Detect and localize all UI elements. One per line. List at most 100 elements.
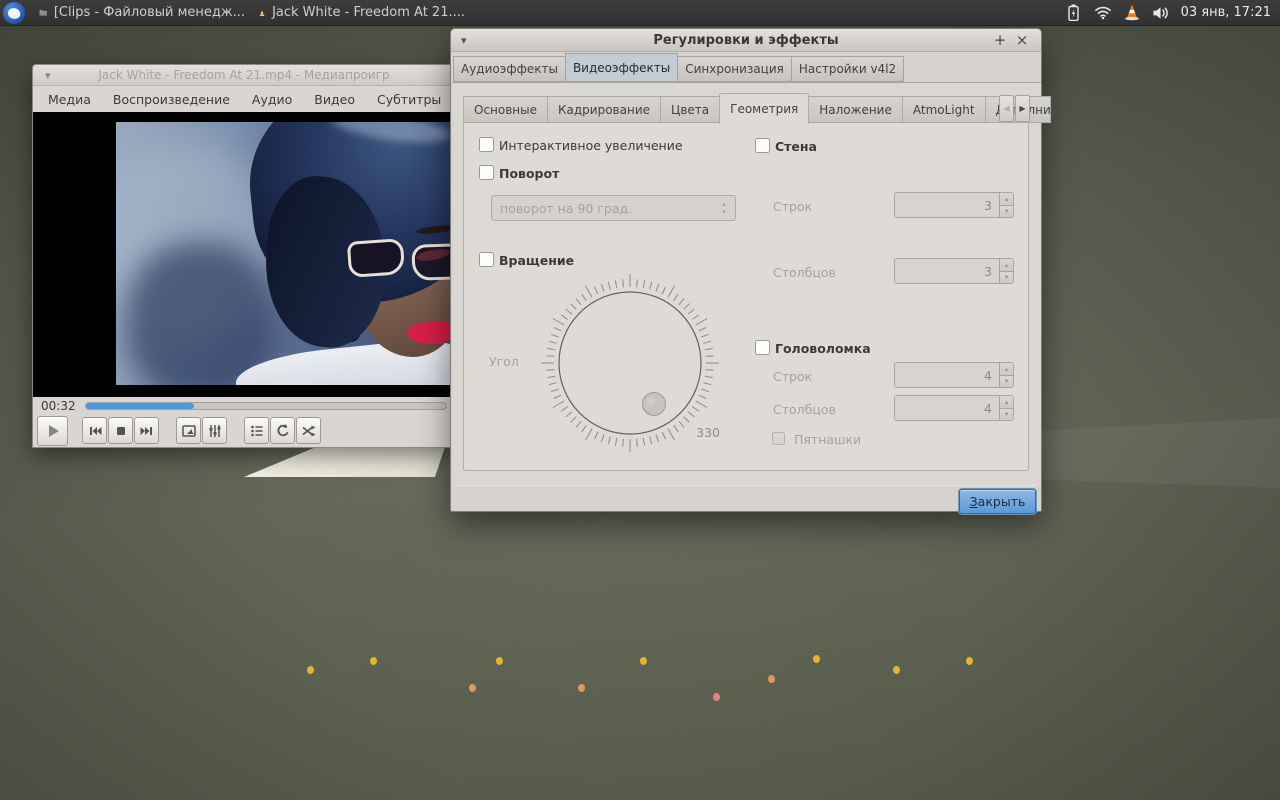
menu-subtitles[interactable]: Субтитры bbox=[366, 92, 452, 107]
spin-down-button[interactable]: ▾ bbox=[999, 408, 1014, 422]
shuffle-icon bbox=[301, 423, 317, 439]
seek-bar[interactable] bbox=[85, 402, 447, 410]
vlc-window-title: Jack White - Freedom At 21.mp4 - Медиапр… bbox=[98, 68, 389, 82]
spin-up-button[interactable]: ▴ bbox=[999, 192, 1014, 205]
wallpaper-plane-shape bbox=[244, 444, 445, 478]
puzzle-rows-spinbox[interactable]: 4 ▴ ▾ bbox=[894, 362, 1014, 388]
wallpaper-dot bbox=[713, 693, 720, 701]
rotate-label: Поворот bbox=[499, 166, 559, 181]
puzzle-cols-spinbox[interactable]: 4 ▴ ▾ bbox=[894, 395, 1014, 421]
subtab-essential[interactable]: Основные bbox=[463, 96, 547, 123]
vlc-tray-icon[interactable] bbox=[1123, 4, 1141, 22]
tab-audio-effects[interactable]: Аудиоэффекты bbox=[453, 56, 565, 82]
battery-icon[interactable] bbox=[1065, 4, 1083, 22]
tab-v4l2[interactable]: Настройки v4l2 bbox=[791, 56, 904, 82]
equalizer-icon bbox=[207, 423, 223, 439]
taskbar: [Clips - Файловый менедж... Jack White -… bbox=[0, 0, 1280, 26]
spin-down-button[interactable]: ▾ bbox=[999, 205, 1014, 219]
puzzle-checkbox[interactable] bbox=[755, 340, 770, 355]
volume-icon[interactable] bbox=[1152, 4, 1170, 22]
rotation-checkbox[interactable] bbox=[479, 252, 494, 267]
rotate-preset-dropdown[interactable]: поворот на 90 град. ▴▾ bbox=[491, 195, 736, 221]
subtab-colors[interactable]: Цвета bbox=[660, 96, 719, 123]
puzzle-rows-label: Строк bbox=[773, 369, 812, 384]
system-tray: 03 янв, 17:21 bbox=[1065, 4, 1271, 22]
playlist-group bbox=[244, 417, 321, 444]
seek-row: 00:32 bbox=[33, 397, 455, 413]
puzzle-cols-value: 4 bbox=[894, 395, 999, 421]
subtab-geometry[interactable]: Геометрия bbox=[719, 93, 809, 124]
play-button[interactable] bbox=[37, 416, 68, 446]
tab-video-effects[interactable]: Видеоэффекты bbox=[565, 53, 678, 82]
applications-menu-button[interactable] bbox=[3, 2, 25, 24]
spin-up-button[interactable]: ▴ bbox=[999, 395, 1014, 408]
subtab-scroll-right-button[interactable]: ▶ bbox=[1015, 95, 1030, 122]
fullscreen-button[interactable] bbox=[176, 417, 201, 444]
window-menu-icon[interactable]: ▾ bbox=[45, 69, 51, 82]
taskbar-window-label: Jack White - Freedom At 21.... bbox=[272, 5, 465, 20]
dialog-titlebar[interactable]: ▾ Регулировки и эффекты + × bbox=[451, 29, 1041, 52]
geometry-panel: Интерактивное увеличение Поворот поворот… bbox=[463, 121, 1029, 471]
video-art bbox=[407, 321, 455, 346]
dialog-title: Регулировки и эффекты bbox=[653, 33, 838, 48]
spin-down-button[interactable]: ▾ bbox=[999, 271, 1014, 285]
shuffle-button[interactable] bbox=[296, 417, 321, 444]
tab-synchronization[interactable]: Синхронизация bbox=[678, 56, 791, 82]
rotate-preset-value: поворот на 90 град. bbox=[492, 201, 713, 216]
menu-video[interactable]: Видео bbox=[303, 92, 366, 107]
menu-media[interactable]: Медиа bbox=[37, 92, 102, 107]
wall-label: Стена bbox=[775, 139, 817, 154]
spin-down-button[interactable]: ▾ bbox=[999, 375, 1014, 389]
extended-settings-button[interactable] bbox=[202, 417, 227, 444]
close-window-button[interactable]: × bbox=[1013, 31, 1031, 49]
menu-audio[interactable]: Аудио bbox=[241, 92, 303, 107]
taskbar-window-filemanager[interactable]: [Clips - Файловый менедж... bbox=[39, 5, 245, 20]
maximize-button[interactable]: + bbox=[991, 31, 1009, 49]
vlc-titlebar[interactable]: ▾ Jack White - Freedom At 21.mp4 - Медиа… bbox=[33, 65, 455, 86]
wallpaper-dot bbox=[307, 666, 314, 674]
wall-cols-spinbox[interactable]: 3 ▴ ▾ bbox=[894, 258, 1014, 284]
wallpaper-dot bbox=[768, 675, 775, 683]
vlc-window: ▾ Jack White - Freedom At 21.mp4 - Медиа… bbox=[32, 64, 456, 448]
play-icon bbox=[44, 422, 62, 440]
subtab-crop[interactable]: Кадрирование bbox=[547, 96, 660, 123]
vlc-controls bbox=[33, 413, 455, 448]
wallpaper-dot bbox=[469, 684, 476, 692]
taskbar-window-label: [Clips - Файловый менедж... bbox=[54, 5, 245, 20]
transport-group bbox=[82, 417, 159, 444]
spin-up-button[interactable]: ▴ bbox=[999, 362, 1014, 375]
dropdown-arrows-icon: ▴▾ bbox=[713, 201, 735, 216]
previous-icon bbox=[87, 423, 103, 439]
clock[interactable]: 03 янв, 17:21 bbox=[1181, 5, 1271, 20]
video-art bbox=[126, 242, 276, 385]
video-display[interactable] bbox=[33, 112, 455, 397]
desktop: [Clips - Файловый менедж... Jack White -… bbox=[0, 0, 1280, 800]
wall-rows-spinbox[interactable]: 3 ▴ ▾ bbox=[894, 192, 1014, 218]
wallpaper-dot bbox=[640, 657, 647, 665]
subtab-atmolight[interactable]: AtmoLight bbox=[902, 96, 985, 123]
interactive-zoom-checkbox[interactable] bbox=[479, 137, 494, 152]
wall-checkbox[interactable] bbox=[755, 138, 770, 153]
puzzle-rows-value: 4 bbox=[894, 362, 999, 388]
shuffle-tiles-checkbox[interactable] bbox=[772, 432, 785, 445]
wifi-icon[interactable] bbox=[1094, 4, 1112, 22]
subtab-scroll-left-button[interactable]: ◀ bbox=[999, 95, 1014, 122]
taskbar-window-vlc[interactable]: Jack White - Freedom At 21.... bbox=[259, 5, 465, 21]
close-dialog-button[interactable]: Закрыть bbox=[959, 489, 1036, 514]
elapsed-time: 00:32 bbox=[41, 399, 76, 413]
xfce-logo-icon bbox=[7, 6, 21, 20]
next-button[interactable] bbox=[134, 417, 159, 444]
subtab-overlay[interactable]: Наложение bbox=[809, 96, 902, 123]
stop-button[interactable] bbox=[108, 417, 133, 444]
vlc-cone-icon bbox=[259, 5, 265, 21]
wall-cols-label: Столбцов bbox=[773, 265, 836, 280]
spin-up-button[interactable]: ▴ bbox=[999, 258, 1014, 271]
rotate-checkbox[interactable] bbox=[479, 165, 494, 180]
window-menu-icon[interactable]: ▾ bbox=[461, 34, 467, 47]
menu-playback[interactable]: Воспроизведение bbox=[102, 92, 241, 107]
previous-button[interactable] bbox=[82, 417, 107, 444]
wallpaper-dot bbox=[578, 684, 585, 692]
playlist-button[interactable] bbox=[244, 417, 269, 444]
loop-button[interactable] bbox=[270, 417, 295, 444]
wall-rows-value: 3 bbox=[894, 192, 999, 218]
